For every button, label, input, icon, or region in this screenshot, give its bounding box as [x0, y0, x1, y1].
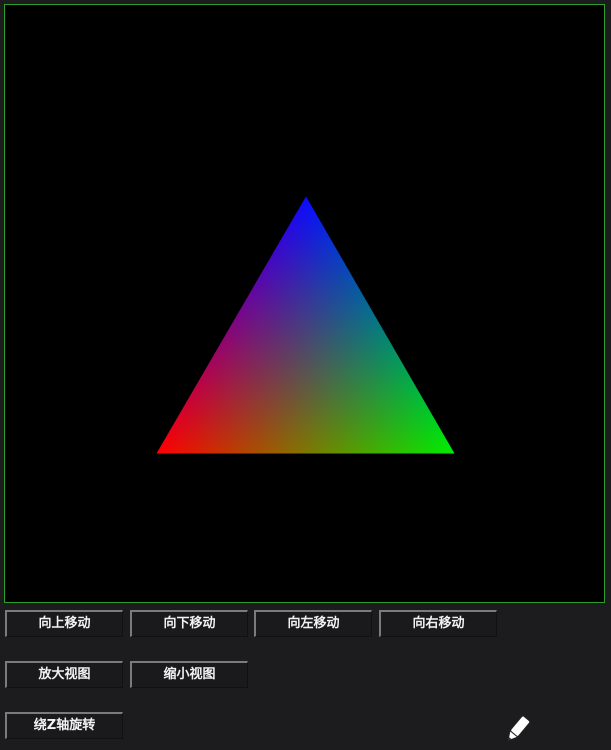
zoom-in-button[interactable]: 放大视图	[5, 661, 123, 688]
triangle-green-layer	[156, 196, 455, 454]
move-left-button[interactable]: 向左移动	[254, 610, 372, 637]
pen-cursor-icon	[500, 714, 534, 746]
webgl-canvas[interactable]	[4, 4, 605, 603]
zoom-out-button[interactable]: 缩小视图	[130, 661, 248, 688]
triangle-scene	[156, 196, 455, 454]
rotate-z-button[interactable]: 绕Z轴旋转	[5, 712, 123, 739]
move-right-button[interactable]: 向右移动	[379, 610, 497, 637]
move-down-button[interactable]: 向下移动	[130, 610, 248, 637]
move-up-button[interactable]: 向上移动	[5, 610, 123, 637]
